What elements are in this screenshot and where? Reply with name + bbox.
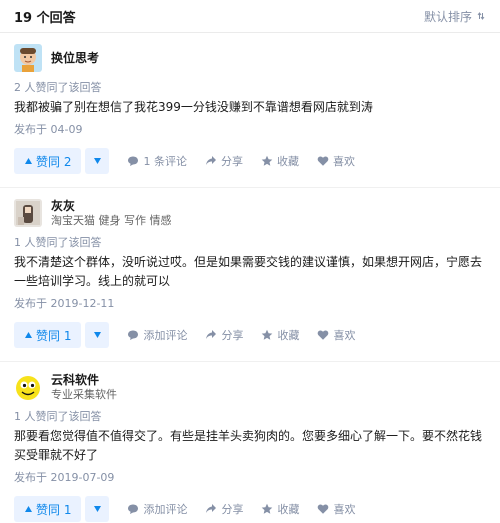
publish-date[interactable]: 发布于 2019-07-09: [14, 471, 486, 485]
share-label: 分享: [221, 329, 244, 342]
comment-label: 1 条评论: [143, 155, 187, 168]
answer-actions: 赞同 2 1 条评论 分享 收藏 喜欢: [14, 147, 486, 175]
vote-up-label: 赞同 2: [36, 154, 72, 169]
share-icon: [205, 155, 217, 167]
author-info: 换位思考: [14, 43, 486, 73]
triangle-up-icon: [24, 331, 33, 339]
like-label: 喜欢: [333, 503, 356, 516]
vote-up-button[interactable]: 赞同 1: [14, 496, 82, 522]
comment-icon: [127, 329, 139, 341]
sort-dropdown[interactable]: 默认排序: [424, 8, 486, 25]
answer-content: 我都被骗了别在想信了我花399一分钱没赚到不靠谱想看网店就到涛: [14, 100, 373, 114]
comment-icon: [127, 503, 139, 515]
answer-item: 灰灰 淘宝天猫 健身 写作 情感 1 人赞同了该回答 我不清楚这个群体，没听说过…: [0, 188, 500, 362]
share-icon: [205, 503, 217, 515]
voters-count[interactable]: 2 人赞同了该回答: [14, 81, 486, 95]
heart-icon: [317, 503, 329, 515]
voters-count[interactable]: 1 人赞同了该回答: [14, 236, 486, 250]
comment-button[interactable]: 添加评论: [127, 501, 187, 517]
sort-icon: [476, 11, 486, 21]
like-button[interactable]: 喜欢: [317, 501, 355, 517]
answer-actions: 赞同 1 添加评论 分享 收藏 喜欢: [14, 495, 486, 523]
like-label: 喜欢: [333, 329, 356, 342]
sort-label: 默认排序: [423, 9, 472, 24]
answer-content: 我不清楚这个群体，没听说过哎。但是如果需要交钱的建议谨慎，如果想开网店，宁愿去一…: [14, 255, 483, 288]
comment-label: 添加评论: [143, 329, 188, 342]
share-label: 分享: [221, 503, 244, 516]
star-icon: [261, 503, 273, 515]
author-bio: 淘宝天猫 健身 写作 情感: [51, 214, 172, 227]
publish-date[interactable]: 发布于 04-09: [14, 123, 486, 137]
answer-item: 云科软件 专业采集软件 1 人赞同了该回答 那要看您觉得值不值得交了。有些是挂羊…: [0, 362, 500, 523]
comment-button[interactable]: 1 条评论: [127, 153, 187, 169]
heart-icon: [317, 155, 329, 167]
answer-content: 那要看您觉得值不值得交了。有些是挂羊头卖狗肉的。您要多细心了解一下。要不然花钱买…: [14, 429, 483, 462]
favorite-label: 收藏: [277, 329, 300, 342]
favorite-button[interactable]: 收藏: [261, 327, 299, 343]
share-button[interactable]: 分享: [205, 153, 243, 169]
star-icon: [261, 155, 273, 167]
publish-date[interactable]: 发布于 2019-12-11: [14, 297, 486, 311]
favorite-button[interactable]: 收藏: [261, 153, 299, 169]
answer-count: 19 个回答: [14, 10, 76, 26]
triangle-down-icon: [93, 157, 102, 165]
share-button[interactable]: 分享: [205, 501, 243, 517]
comment-button[interactable]: 添加评论: [127, 327, 187, 343]
triangle-up-icon: [24, 505, 33, 513]
triangle-down-icon: [93, 331, 102, 339]
answers-header: 19 个回答 默认排序: [0, 0, 500, 33]
favorite-label: 收藏: [277, 503, 300, 516]
author-info: 灰灰 淘宝天猫 健身 写作 情感: [14, 198, 486, 228]
triangle-up-icon: [24, 157, 33, 165]
answer-actions: 赞同 1 添加评论 分享 收藏 喜欢: [14, 321, 486, 349]
vote-down-button[interactable]: [85, 322, 110, 348]
author-name[interactable]: 换位思考: [51, 50, 99, 66]
triangle-down-icon: [93, 505, 102, 513]
author-name[interactable]: 灰灰: [51, 198, 172, 214]
vote-up-label: 赞同 1: [36, 328, 72, 343]
vote-down-button[interactable]: [85, 496, 110, 522]
author-bio: 专业采集软件: [51, 388, 117, 401]
author-info: 云科软件 专业采集软件: [14, 372, 486, 402]
avatar[interactable]: [14, 44, 42, 72]
answer-list-page: 19 个回答 默认排序 换位思考 2 人赞同了该回答 我都被骗了别在想信了我花3…: [0, 0, 500, 522]
share-label: 分享: [220, 155, 243, 168]
like-button[interactable]: 喜欢: [317, 153, 355, 169]
vote-down-button[interactable]: [85, 148, 110, 174]
like-label: 喜欢: [332, 155, 355, 168]
comment-icon: [127, 155, 139, 167]
star-icon: [261, 329, 273, 341]
vote-up-label: 赞同 1: [36, 502, 72, 517]
heart-icon: [317, 329, 329, 341]
author-name[interactable]: 云科软件: [51, 372, 117, 388]
vote-up-button[interactable]: 赞同 2: [14, 148, 82, 174]
share-button[interactable]: 分享: [205, 327, 243, 343]
vote-up-button[interactable]: 赞同 1: [14, 322, 82, 348]
share-icon: [205, 329, 217, 341]
favorite-label: 收藏: [276, 155, 299, 168]
comment-label: 添加评论: [143, 503, 188, 516]
avatar[interactable]: [14, 199, 42, 227]
avatar[interactable]: [14, 373, 42, 401]
favorite-button[interactable]: 收藏: [261, 501, 299, 517]
answer-item: 换位思考 2 人赞同了该回答 我都被骗了别在想信了我花399一分钱没赚到不靠谱想…: [0, 33, 500, 188]
like-button[interactable]: 喜欢: [317, 327, 355, 343]
voters-count[interactable]: 1 人赞同了该回答: [14, 410, 486, 424]
